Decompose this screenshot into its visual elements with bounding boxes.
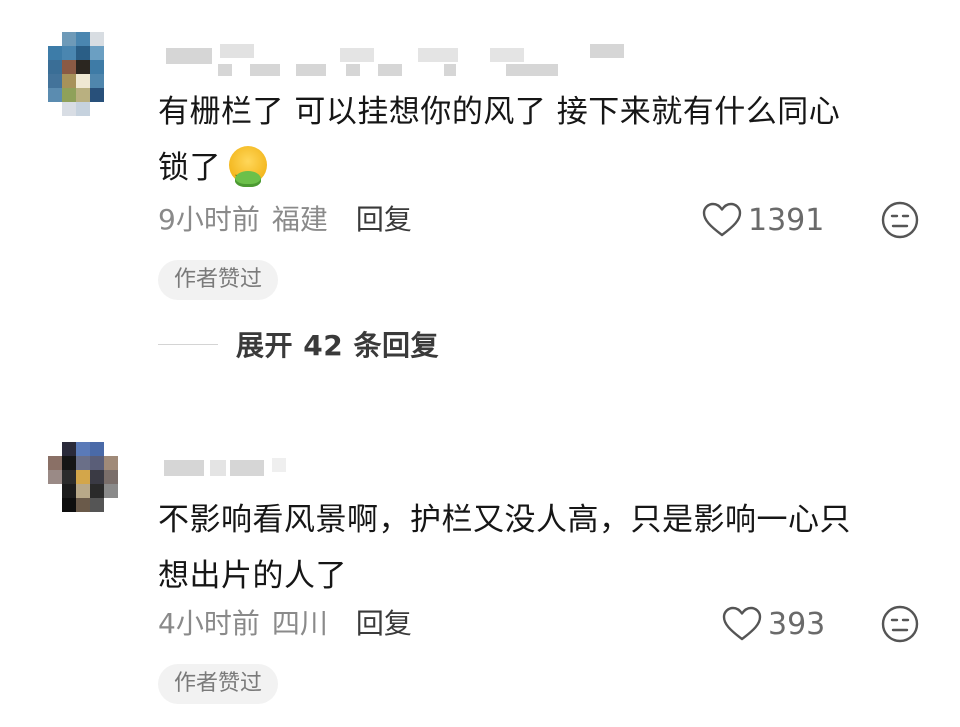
comment-meta: 4小时前 四川 回复 <box>158 602 412 642</box>
comment-line: 想出片的人了 <box>158 558 347 594</box>
author-liked-badge: 作者赞过 <box>158 664 279 704</box>
reply-button[interactable]: 回复 <box>356 198 412 238</box>
like-count: 1391 <box>748 202 825 238</box>
timestamp: 4小时前 <box>158 607 260 640</box>
heart-icon <box>722 606 762 641</box>
expand-replies-label: 展开 42 条回复 <box>236 329 439 362</box>
location: 四川 <box>271 607 328 640</box>
like-button[interactable]: 393 <box>722 604 825 644</box>
like-button[interactable]: 1391 <box>702 200 824 240</box>
timestamp: 9小时前 <box>158 203 260 236</box>
nauseated-face-icon <box>229 146 267 207</box>
dislike-face-icon[interactable] <box>880 604 920 644</box>
avatar[interactable] <box>48 32 132 116</box>
author-liked-badge: 作者赞过 <box>158 260 279 300</box>
location: 福建 <box>271 203 328 236</box>
username-blurred[interactable] <box>160 452 300 496</box>
comment-list: 有栅栏了 可以挂想你的风了 接下来就有什么同心 锁了 9小时前 福建 回复 13… <box>0 0 960 727</box>
avatar[interactable] <box>48 442 132 526</box>
username-blurred[interactable] <box>160 40 630 84</box>
reply-button[interactable]: 回复 <box>356 602 412 642</box>
comment-meta: 9小时前 福建 回复 <box>158 198 412 238</box>
expand-replies-button[interactable]: 展开 42 条回复 <box>158 322 439 366</box>
dislike-face-icon[interactable] <box>880 200 920 240</box>
like-count: 393 <box>768 606 826 642</box>
comment-text: 不影响看风景啊，护栏又没人高，只是影响一心只 想出片的人了 <box>158 492 918 604</box>
comment-line: 锁了 <box>158 140 918 207</box>
comment-line: 有栅栏了 可以挂想你的风了 接下来就有什么同心 <box>158 94 841 130</box>
divider <box>158 343 218 345</box>
heart-icon <box>702 202 742 237</box>
comment-text: 有栅栏了 可以挂想你的风了 接下来就有什么同心 锁了 <box>158 84 918 207</box>
comment-line: 不影响看风景啊，护栏又没人高，只是影响一心只 <box>158 502 851 538</box>
